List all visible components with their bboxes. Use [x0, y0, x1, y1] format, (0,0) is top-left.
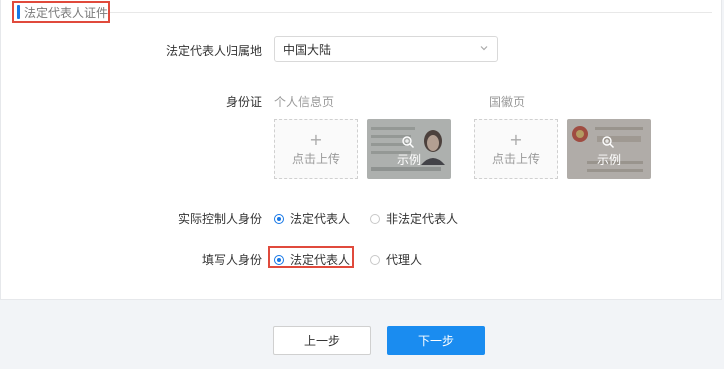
- radio-label: 法定代表人: [290, 253, 351, 267]
- plus-icon: +: [309, 129, 323, 149]
- radio-unchecked-icon: [370, 213, 380, 224]
- section-title: 法定代表人证件: [23, 5, 108, 20]
- region-select-value: 中国大陆: [283, 42, 332, 57]
- filler-label: 填写人身份: [201, 253, 262, 267]
- controller-option-non-legal-rep[interactable]: 非法定代表人: [370, 210, 458, 227]
- filler-option-agent[interactable]: 代理人: [370, 251, 422, 268]
- section-header: 法定代表人证件: [12, 1, 110, 23]
- prev-step-button[interactable]: 上一步: [273, 326, 371, 355]
- controller-option-legal-rep[interactable]: 法定代表人: [274, 210, 350, 227]
- zoom-icon: [602, 136, 614, 148]
- chevron-down-icon: [480, 46, 488, 51]
- front-upload-button[interactable]: + 点击上传: [274, 119, 358, 179]
- section-accent-bar: [17, 5, 20, 19]
- form-panel: 法定代表人证件 法定代表人归属地 中国大陆 身份证 个人信息页 国徽页 + 点击…: [0, 0, 722, 300]
- radio-label: 代理人: [386, 253, 423, 267]
- sample-overlay: [367, 119, 451, 179]
- back-upload-button[interactable]: + 点击上传: [474, 119, 558, 179]
- radio-checked-icon: [274, 213, 284, 224]
- front-sample-image[interactable]: 示例: [367, 119, 451, 179]
- sample-overlay: [567, 119, 651, 179]
- radio-label: 法定代表人: [290, 212, 351, 226]
- front-upload-text: 点击上传: [291, 151, 340, 166]
- controller-label: 实际控制人身份: [177, 212, 262, 226]
- region-select[interactable]: 中国大陆: [274, 36, 498, 62]
- back-upload-text: 点击上传: [491, 151, 540, 166]
- zoom-icon: [402, 136, 414, 148]
- plus-icon: +: [509, 129, 523, 149]
- section-divider: [110, 12, 712, 13]
- next-step-button[interactable]: 下一步: [387, 326, 485, 355]
- region-label: 法定代表人归属地: [165, 44, 262, 58]
- back-caption: 国徽页: [489, 95, 526, 109]
- filler-option-legal-rep[interactable]: 法定代表人: [274, 251, 350, 268]
- id-card-label: 身份证: [225, 95, 262, 109]
- radio-unchecked-icon: [370, 254, 380, 265]
- back-sample-text: 示例: [596, 153, 621, 167]
- radio-checked-icon: [274, 254, 284, 265]
- radio-label: 非法定代表人: [386, 212, 459, 226]
- front-sample-text: 示例: [396, 153, 421, 167]
- back-sample-image[interactable]: 示例: [567, 119, 651, 179]
- front-caption: 个人信息页: [274, 95, 335, 109]
